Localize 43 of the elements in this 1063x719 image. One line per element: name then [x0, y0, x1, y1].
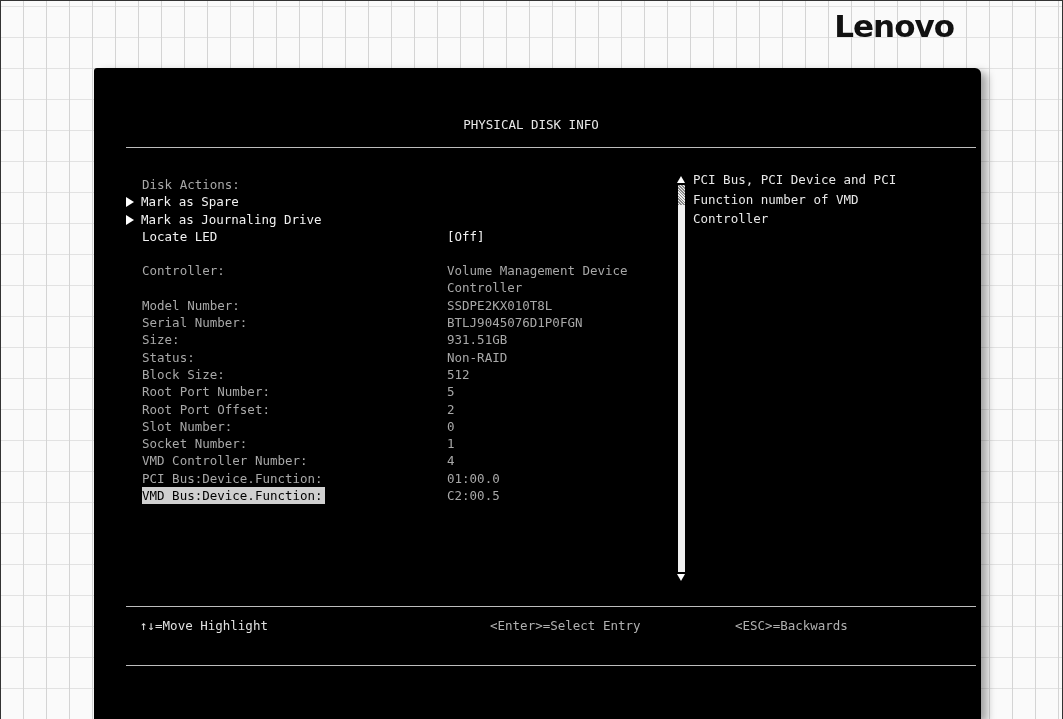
- screen-title: PHYSICAL DISK INFO: [463, 116, 599, 133]
- info-label: Size:: [142, 331, 181, 349]
- info-value: 1: [447, 435, 456, 453]
- scroll-down-icon[interactable]: [677, 574, 685, 581]
- info-label: Model Number:: [142, 296, 241, 315]
- key-hint: <Enter>=Select Entry: [490, 618, 642, 635]
- menu-link[interactable]: Mark as Journaling Drive: [141, 210, 324, 228]
- info-value: 01:00.0: [447, 469, 501, 488]
- info-label: PCI Bus:Device.Function:: [142, 469, 324, 488]
- info-value: 4: [447, 452, 456, 470]
- triangle-icon: [126, 197, 134, 208]
- info-label: Controller:: [142, 262, 226, 280]
- help-text: PCI Bus, PCI Device and PCI Function number of VMD Controller: [693, 171, 898, 228]
- scroll-thumb[interactable]: [677, 185, 685, 205]
- key-hint: ↑↓=Move Highlight: [140, 618, 269, 635]
- info-value: 512: [447, 365, 471, 384]
- setting-value[interactable]: [Off]: [447, 227, 662, 246]
- info-label[interactable]: VMD Bus:Device.Function:: [142, 487, 325, 505]
- info-label: Block Size:: [142, 365, 226, 384]
- key-hint: <ESC>=Backwards: [735, 618, 849, 635]
- info-value: 931.51GB: [447, 331, 509, 349]
- info-value: C2:00.5: [447, 487, 501, 505]
- info-label: Serial Number:: [142, 314, 249, 332]
- scrollbar-track[interactable]: [677, 185, 685, 572]
- info-value: 0: [447, 417, 456, 436]
- info-label: Slot Number:: [142, 417, 234, 436]
- info-label: VMD Controller Number:: [142, 452, 309, 470]
- info-value: 2: [447, 400, 456, 418]
- triangle-icon: [126, 214, 134, 225]
- menu-link[interactable]: Mark as Spare: [141, 193, 241, 211]
- info-value: Non-RAID: [447, 348, 509, 366]
- setting-label[interactable]: Locate LED: [142, 227, 220, 246]
- info-label: Root Port Offset:: [142, 400, 271, 418]
- scroll-up-icon[interactable]: [677, 176, 685, 183]
- info-label: Socket Number:: [142, 435, 249, 453]
- info-value: Volume Management Device Controller: [447, 262, 629, 297]
- info-label: Status:: [142, 348, 196, 366]
- logo: Lenovo: [834, 7, 954, 44]
- info-value: SSDPE2KX010T8L: [447, 296, 554, 315]
- info-value: 5: [447, 383, 456, 401]
- info-label: Root Port Number:: [142, 383, 271, 401]
- info-value: BTLJ9045076D1P0FGN: [447, 314, 584, 332]
- section-heading: Disk Actions:: [142, 176, 241, 194]
